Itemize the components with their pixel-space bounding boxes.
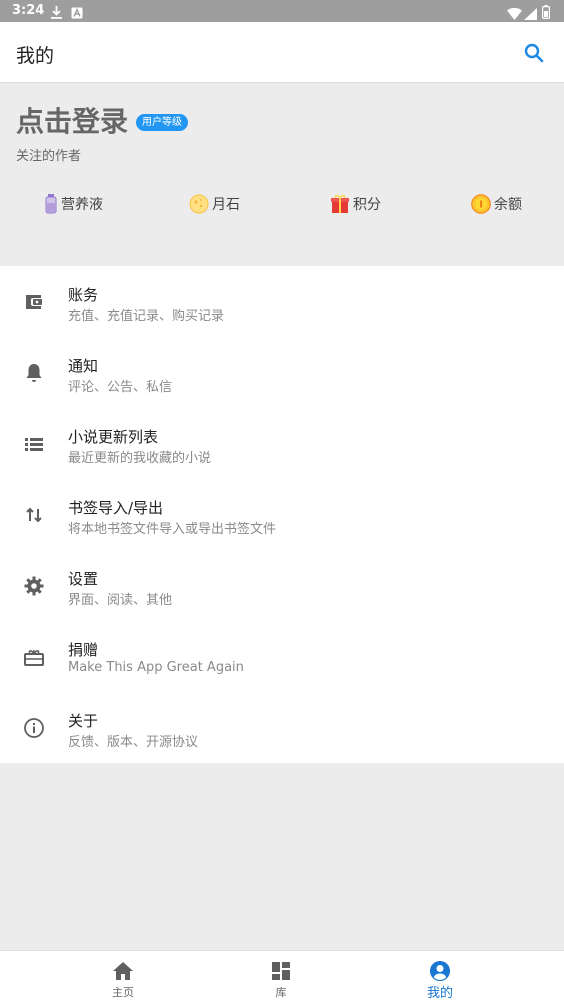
bell-icon: [22, 361, 46, 385]
account-icon: [428, 959, 452, 983]
status-bar: 3:24: [0, 0, 564, 22]
stat-moonstone[interactable]: 月石: [189, 192, 240, 216]
stat-points[interactable]: 积分: [330, 192, 381, 216]
stat-balance[interactable]: 余额: [471, 192, 522, 216]
nutrient-bottle-icon: [44, 194, 58, 214]
nav-profile[interactable]: 我的: [346, 951, 534, 1004]
page-title: 我的: [16, 45, 55, 67]
menu-subtitle: 反馈、版本、开源协议: [68, 735, 199, 750]
battery-icon: [542, 4, 551, 23]
wallet-icon: [22, 290, 46, 314]
stat-label: 月石: [212, 197, 240, 213]
menu-subtitle: 充值、充值记录、购买记录: [68, 309, 225, 324]
followed-authors-link[interactable]: 关注的作者: [16, 145, 81, 164]
menu-item-bookmark-import-export[interactable]: 书签导入/导出 将本地书签文件导入或导出书签文件: [0, 479, 564, 550]
library-icon: [269, 959, 293, 983]
nav-label: 我的: [426, 986, 453, 1001]
menu-subtitle: 最近更新的我收藏的小说: [68, 451, 212, 466]
coin-icon: [471, 194, 491, 214]
stat-label: 余额: [494, 197, 522, 213]
menu-subtitle: Make This App Great Again: [68, 660, 244, 675]
menu-subtitle: 评论、公告、私信: [68, 380, 173, 395]
moonstone-icon: [189, 194, 209, 214]
info-icon: [22, 716, 46, 740]
menu-title: 设置: [68, 570, 99, 588]
menu-subtitle: 界面、阅读、其他: [68, 593, 173, 608]
menu-title: 账务: [68, 286, 99, 304]
profile-header: 点击登录 用户等级 关注的作者 营养液 月石 积分 余额: [0, 84, 564, 266]
user-level-badge: 用户等级: [136, 114, 188, 131]
import-export-icon: [22, 503, 46, 527]
menu-item-settings[interactable]: 设置 界面、阅读、其他: [0, 550, 564, 621]
menu-item-donate[interactable]: 捐赠 Make This App Great Again: [0, 621, 564, 692]
bottom-navigation: 主页 库 我的: [0, 950, 564, 1004]
menu-item-notifications[interactable]: 通知 评论、公告、私信: [0, 337, 564, 408]
donate-icon: [22, 645, 46, 669]
list-icon: [22, 432, 46, 456]
menu-title: 捐赠: [68, 641, 99, 659]
menu-title: 书签导入/导出: [68, 499, 164, 517]
menu-item-about[interactable]: 关于 反馈、版本、开源协议: [0, 692, 564, 763]
status-time: 3:24: [12, 3, 45, 18]
download-icon: [50, 4, 63, 23]
login-button[interactable]: 点击登录: [16, 100, 128, 140]
menu-item-novel-updates[interactable]: 小说更新列表 最近更新的我收藏的小说: [0, 408, 564, 479]
stat-label: 积分: [353, 197, 381, 213]
gift-icon: [330, 194, 350, 214]
app-bar: 我的: [0, 22, 564, 83]
gear-icon: [22, 574, 46, 598]
menu-item-billing[interactable]: 账务 充值、充值记录、购买记录: [0, 266, 564, 337]
search-icon[interactable]: [522, 41, 546, 65]
notification-app-icon: [71, 4, 83, 23]
settings-menu: 账务 充值、充值记录、购买记录 通知 评论、公告、私信 小说更新列表 最近更新的…: [0, 266, 564, 763]
stat-label: 营养液: [61, 197, 103, 213]
menu-title: 关于: [68, 712, 99, 730]
menu-title: 通知: [68, 357, 99, 375]
menu-subtitle: 将本地书签文件导入或导出书签文件: [68, 522, 277, 537]
menu-title: 小说更新列表: [68, 428, 159, 446]
stat-nutrient[interactable]: 营养液: [44, 192, 103, 216]
home-icon: [111, 959, 135, 983]
